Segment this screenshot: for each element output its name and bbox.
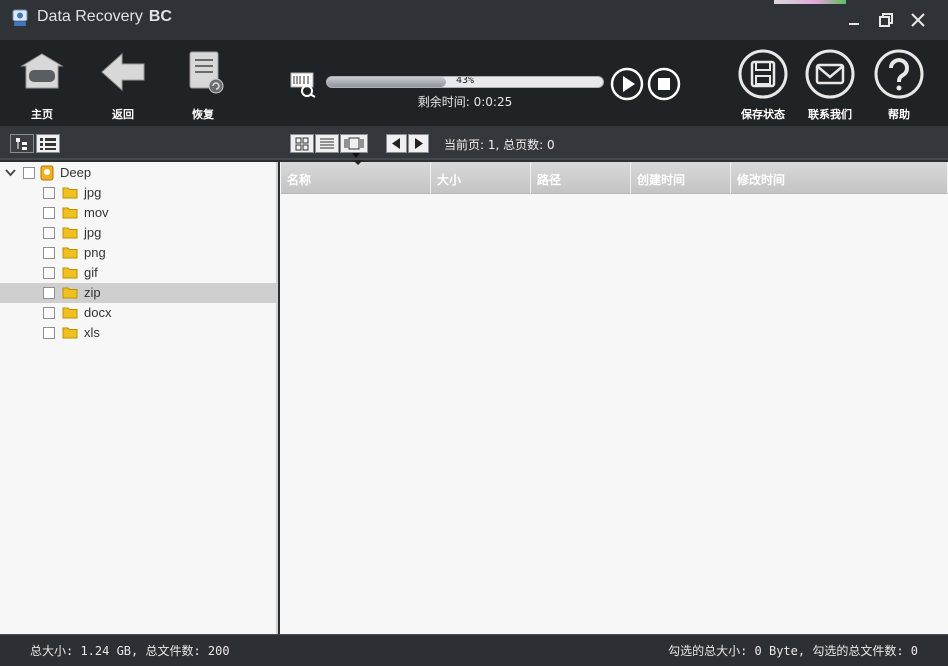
next-page-button[interactable] [408,134,429,153]
app-title: Data Recovery BC [37,8,172,25]
tree-item-label: jpg [84,225,102,240]
tree-item-label: gif [84,265,98,280]
tree-root-label: Deep [60,165,92,180]
contact-us-button[interactable]: 联系我们 [800,48,860,122]
folder-icon [62,307,78,319]
tree-item[interactable]: jpg [0,223,278,243]
tree-view-button[interactable] [10,134,34,153]
back-arrow-icon [101,52,145,92]
tree-item[interactable]: gif [0,263,278,283]
prev-page-button[interactable] [386,134,407,153]
folder-icon [62,227,78,239]
tree-item-label: zip [84,285,101,300]
tree-item-checkbox[interactable] [43,247,55,259]
folder-icon [62,247,78,259]
filmstrip-icon [344,137,364,150]
app-logo-icon [12,9,28,26]
checked-summary: 勾选的总大小: 0 Byte, 勾选的总文件数: 0 [668,644,918,658]
tree-item-checkbox[interactable] [43,267,55,279]
preview-view-button[interactable] [340,134,368,153]
tree-item[interactable]: docx [0,303,278,323]
close-icon[interactable] [908,10,928,30]
tree-item[interactable]: xls [0,323,278,343]
triangle-left-icon [392,138,400,149]
restore-icon[interactable] [876,10,896,30]
tree-item-label: jpg [84,185,102,200]
folder-icon [62,267,78,279]
column-name[interactable]: 名称 [281,160,431,194]
column-size[interactable]: 大小 [431,162,531,194]
tree-item[interactable]: zip [0,283,278,303]
tree-root[interactable]: Deep [0,163,278,183]
home-button[interactable]: 主页 [12,48,72,122]
column-path[interactable]: 路径 [531,162,631,194]
tree-item-label: png [84,245,106,260]
help-question-icon [874,49,924,99]
back-button[interactable]: 返回 [93,48,153,122]
column-modified[interactable]: 修改时间 [731,162,948,194]
tree-item[interactable]: mov [0,203,278,223]
page-info: 当前页: 1, 总页数: 0 [444,138,555,152]
tree-item-checkbox[interactable] [43,307,55,319]
view-toolbar: 当前页: 1, 总页数: 0 [0,126,948,160]
tree-item-label: xls [84,325,100,340]
title-bar: Data Recovery BC [0,0,948,40]
thumbnail-view-button[interactable] [290,134,314,153]
list-view-icon [40,138,56,150]
folder-icon [62,287,78,299]
tree-root-checkbox[interactable] [23,167,35,179]
skin-decoration [774,0,846,4]
tree-item-label: mov [84,205,109,220]
grid-icon [295,137,309,151]
home-icon [20,53,64,89]
detail-view-button[interactable] [315,134,339,153]
tree-item-checkbox[interactable] [43,187,55,199]
detail-list-icon [320,138,334,149]
help-button[interactable]: 帮助 [869,48,929,122]
tree-item[interactable]: jpg [0,183,278,203]
mail-icon [805,49,855,99]
scan-progress-bar: 43% [326,76,604,88]
folder-tree: Deep jpg mov jpg png gif zip docx xls [0,162,278,634]
folder-icon [62,207,78,219]
chevron-down-icon[interactable] [5,168,16,177]
tree-item-checkbox[interactable] [43,227,55,239]
drive-icon [40,165,54,181]
list-view-button[interactable] [36,134,60,153]
scan-icon [290,72,316,98]
tree-item-label: docx [84,305,112,320]
scan-progress-text: 43% [455,76,475,86]
folder-icon [62,327,78,339]
file-list: 名称 大小 路径 创建时间 修改时间 [280,160,948,634]
tree-item-checkbox[interactable] [43,287,55,299]
total-summary: 总大小: 1.24 GB, 总文件数: 200 [30,644,230,658]
save-state-button[interactable]: 保存状态 [733,48,793,122]
status-bar: 总大小: 1.24 GB, 总文件数: 200 勾选的总大小: 0 Byte, … [0,634,948,666]
sort-indicator-icon [353,160,363,165]
main-toolbar: 主页 返回 恢复 43% 剩余时间: 0:0:25 保存状态 联系我们 帮助 [0,40,948,126]
folder-icon [62,187,78,199]
tree-item[interactable]: png [0,243,278,263]
tree-item-checkbox[interactable] [43,207,55,219]
recover-button[interactable]: 恢复 [173,48,233,122]
triangle-right-icon [415,138,423,149]
play-button[interactable] [610,67,644,101]
app-title-suffix: BC [148,8,172,25]
tree-view-icon [16,138,27,150]
tree-item-checkbox[interactable] [43,327,55,339]
remaining-time: 剩余时间: 0:0:25 [417,95,513,109]
recover-document-icon [189,51,224,94]
save-disk-icon [738,49,788,99]
minimize-icon[interactable] [844,10,864,30]
column-created[interactable]: 创建时间 [631,162,731,194]
stop-button[interactable] [647,67,681,101]
view-selected-marker [352,153,360,158]
